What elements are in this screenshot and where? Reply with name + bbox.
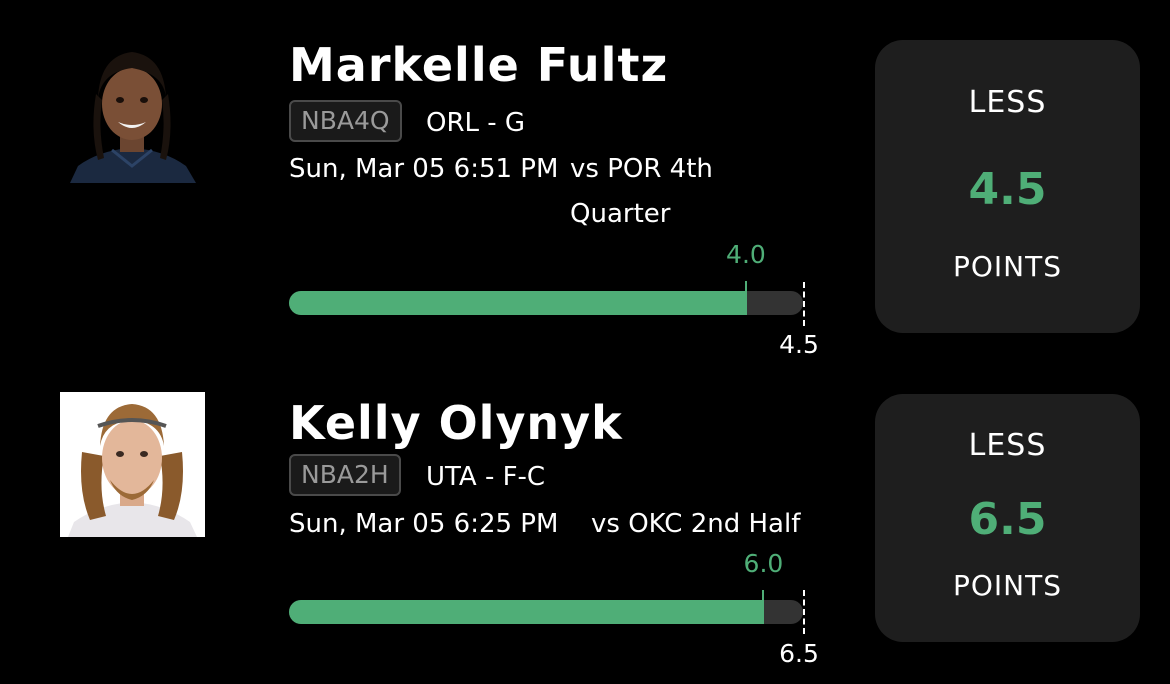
progress-track	[289, 291, 803, 315]
current-value-marker	[744, 281, 747, 315]
line-value-label: 6.5	[779, 639, 819, 668]
pick-direction: LESS	[968, 428, 1047, 463]
league-badge: NBA4Q	[289, 100, 402, 142]
team-position: UTA - F-C	[426, 462, 546, 492]
current-value-label: 6.0	[743, 549, 784, 578]
game-time: Sun, Mar 05 6:51 PM	[289, 154, 559, 184]
line-threshold-marker	[803, 590, 805, 634]
pick-card[interactable]: Kelly Olynyk NBA2H UTA - F-C Sun, Mar 05…	[0, 354, 1170, 684]
pick-card[interactable]: Markelle Fultz NBA4Q ORL - G Sun, Mar 05…	[0, 0, 1170, 357]
game-time: Sun, Mar 05 6:25 PM	[289, 509, 559, 539]
panel-line-value: 6.5	[968, 494, 1047, 545]
progress-fill	[289, 600, 764, 624]
player-name: Kelly Olynyk	[289, 396, 623, 450]
opponent-period: vs OKC 2nd Half	[591, 509, 801, 539]
stat-type: POINTS	[952, 569, 1062, 602]
pick-direction: LESS	[968, 85, 1047, 120]
line-threshold-marker	[803, 282, 805, 326]
pick-panel[interactable]: LESS 4.5 POINTS	[875, 40, 1140, 333]
opponent-period: vs POR 4th	[570, 154, 713, 184]
progress-track	[289, 600, 803, 624]
pick-panel[interactable]: LESS 6.5 POINTS	[875, 394, 1140, 642]
progress-fill	[289, 291, 746, 315]
stat-type: POINTS	[952, 250, 1062, 283]
team-position: ORL - G	[426, 108, 526, 138]
league-badge: NBA2H	[289, 454, 401, 496]
current-value-marker	[762, 590, 765, 624]
player-photo	[60, 38, 205, 183]
panel-line-value: 4.5	[968, 164, 1047, 215]
opponent-period-continued: Quarter	[570, 199, 671, 229]
current-value-label: 4.0	[726, 240, 766, 269]
player-name: Markelle Fultz	[289, 38, 669, 92]
player-photo	[60, 392, 205, 537]
